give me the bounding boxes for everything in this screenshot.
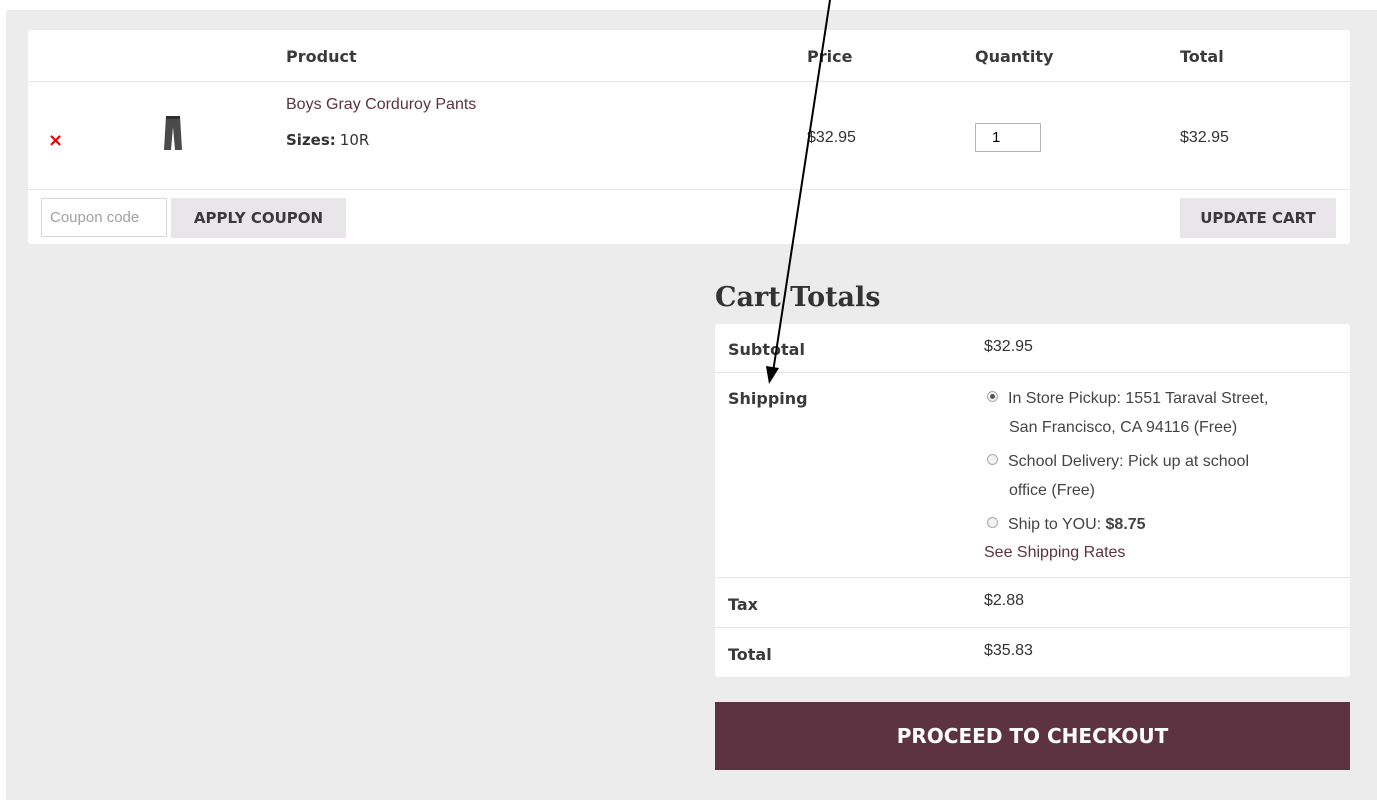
header-product: Product (286, 47, 357, 66)
subtotal-value: $32.95 (984, 338, 1033, 355)
quantity-input[interactable] (975, 123, 1041, 152)
header-total: Total (1180, 47, 1224, 66)
radio-unselected-icon[interactable] (987, 517, 998, 528)
product-size: Sizes: 10R (286, 131, 369, 149)
shipping-option-ship-to-you[interactable]: Ship to YOU: $8.75 (987, 510, 1327, 539)
cart-totals-table: Subtotal $32.95 Shipping In Store Pickup… (715, 324, 1350, 677)
tax-value: $2.88 (984, 592, 1025, 609)
shipping-row: Shipping In Store Pickup: 1551 Taraval S… (715, 373, 1350, 578)
shipping-label: Shipping (728, 389, 808, 408)
remove-item-icon[interactable]: × (48, 130, 63, 151)
total-row: Total $35.83 (715, 628, 1350, 677)
ship-to-you-amount: $8.75 (1105, 516, 1146, 533)
header-price: Price (807, 47, 853, 66)
size-value: 10R (339, 131, 370, 149)
radio-selected-icon[interactable] (987, 391, 998, 402)
see-shipping-rates-link[interactable]: See Shipping Rates (984, 544, 1125, 562)
total-label: Total (728, 645, 772, 664)
product-thumbnail[interactable] (163, 115, 183, 151)
cart-table: Product Price Quantity Total × Boys Gray… (28, 30, 1350, 244)
item-price: $32.95 (807, 129, 856, 146)
proceed-to-checkout-button[interactable]: PROCEED TO CHECKOUT (715, 702, 1350, 770)
tax-row: Tax $2.88 (715, 578, 1350, 628)
shipping-option-store-pickup[interactable]: In Store Pickup: 1551 Taraval Street, Sa… (987, 384, 1327, 442)
item-total: $32.95 (1180, 129, 1229, 146)
cart-table-header: Product Price Quantity Total (28, 30, 1350, 82)
subtotal-label: Subtotal (728, 340, 805, 359)
update-cart-button[interactable]: UPDATE CART (1180, 198, 1336, 238)
size-label: Sizes: (286, 131, 336, 149)
cart-totals-title: Cart Totals (715, 282, 881, 313)
tax-label: Tax (728, 595, 758, 614)
shipping-option-school-delivery[interactable]: School Delivery: Pick up at school offic… (987, 447, 1327, 505)
total-value: $35.83 (984, 642, 1033, 659)
header-quantity: Quantity (975, 47, 1054, 66)
apply-coupon-button[interactable]: APPLY COUPON (171, 198, 346, 238)
subtotal-row: Subtotal $32.95 (715, 324, 1350, 373)
coupon-code-input[interactable] (41, 198, 167, 237)
radio-unselected-icon[interactable] (987, 454, 998, 465)
product-name-link[interactable]: Boys Gray Corduroy Pants (286, 96, 476, 114)
cart-item-row: × Boys Gray Corduroy Pants Sizes: 10R $32… (28, 82, 1350, 190)
